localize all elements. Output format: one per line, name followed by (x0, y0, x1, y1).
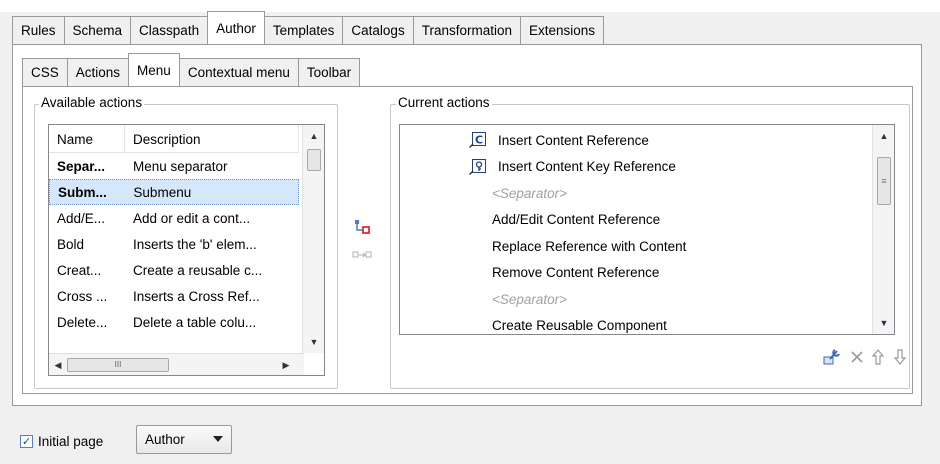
list-item[interactable]: C Insert Content Reference (400, 127, 870, 154)
list-vertical-scrollbar[interactable]: ▲ ≡ ▼ (872, 125, 894, 334)
remove-from-menu-icon (351, 249, 373, 264)
list-item-separator[interactable]: <Separator> (400, 180, 870, 207)
row-name: Separ... (57, 158, 106, 174)
vertical-scroll-thumb[interactable] (307, 149, 321, 171)
edit-button[interactable] (820, 347, 844, 369)
list-item[interactable]: Replace Reference with Content (400, 233, 870, 260)
row-description: Add or edit a cont... (133, 210, 251, 226)
vertical-scroll-thumb[interactable]: ≡ (877, 157, 891, 205)
list-item-text: Create Reusable Component (492, 318, 667, 334)
row-description: Inserts a Cross Ref... (133, 288, 260, 304)
row-name: Subm... (58, 184, 107, 200)
scroll-up-arrow-icon[interactable]: ▲ (873, 127, 894, 145)
current-actions-items: C Insert Content Reference Insert Conten… (400, 127, 870, 335)
table-row[interactable]: Separ... Menu separator (49, 153, 299, 179)
row-description: Menu separator (133, 158, 228, 174)
initial-page-select[interactable]: Author (136, 425, 232, 454)
outer-tab-bar: Rules Schema Classpath Author Templates … (12, 11, 605, 44)
list-item-text: Remove Content Reference (492, 265, 660, 281)
separator-text: <Separator> (492, 291, 568, 307)
table-row[interactable]: Cross ... Inserts a Cross Ref... (49, 283, 299, 309)
move-down-icon (893, 348, 907, 368)
row-name: Bold (57, 236, 85, 252)
list-item-text: Replace Reference with Content (492, 238, 687, 254)
tab-extensions[interactable]: Extensions (519, 16, 605, 44)
initial-page-label: Initial page (38, 433, 104, 449)
list-item[interactable]: Insert Content Key Reference (400, 154, 870, 181)
table-row-selected[interactable]: Subm... Submenu (49, 179, 299, 205)
inner-tab-bar: CSS Actions Menu Contextual menu Toolbar (22, 53, 361, 86)
table-row[interactable]: Creat... Create a reusable c... (49, 257, 299, 283)
tab-classpath[interactable]: Classpath (130, 16, 209, 44)
list-item-text: Insert Content Reference (498, 132, 649, 148)
scroll-down-arrow-icon[interactable]: ▼ (303, 333, 324, 351)
tab-contextual-menu[interactable]: Contextual menu (178, 58, 299, 86)
tab-author[interactable]: Author (207, 11, 265, 44)
list-item[interactable]: Create Reusable Component (400, 313, 870, 335)
list-item-text: Add/Edit Content Reference (492, 212, 661, 228)
edit-wrench-icon (822, 348, 842, 369)
row-description: Submenu (133, 184, 192, 200)
tab-catalogs[interactable]: Catalogs (342, 16, 414, 44)
top-strip (0, 0, 940, 12)
tab-transformation[interactable]: Transformation (412, 16, 521, 44)
row-name: Cross ... (57, 288, 108, 304)
move-up-icon (871, 348, 885, 368)
column-header-description[interactable]: Description (125, 125, 299, 153)
tab-schema[interactable]: Schema (63, 16, 132, 44)
column-header-name[interactable]: Name (49, 125, 125, 153)
move-up-button[interactable] (868, 347, 888, 369)
initial-page-checkbox-row[interactable]: ✓ Initial page (20, 426, 103, 456)
available-actions-label: Available actions (39, 95, 145, 111)
add-to-menu-button[interactable] (347, 218, 377, 238)
row-name: Add/E... (57, 210, 106, 226)
table-row[interactable]: Add/E... Add or edit a cont... (49, 205, 299, 231)
row-description: Inserts the 'b' elem... (133, 236, 257, 252)
list-item-separator[interactable]: <Separator> (400, 286, 870, 313)
add-to-menu-icon (351, 219, 373, 238)
list-item[interactable]: Add/Edit Content Reference (400, 207, 870, 234)
available-actions-table[interactable]: Name Description Separ... Menu separator… (48, 124, 325, 376)
tab-toolbar[interactable]: Toolbar (297, 58, 361, 86)
table-row[interactable]: Delete... Delete a table colu... (49, 309, 299, 335)
row-description: Delete a table colu... (133, 314, 257, 330)
content-key-reference-icon (468, 158, 488, 176)
table-header: Name Description (49, 125, 299, 153)
table-row[interactable]: Bold Inserts the 'b' elem... (49, 231, 299, 257)
scroll-left-arrow-icon[interactable]: ◀ (49, 354, 67, 375)
scroll-down-arrow-icon[interactable]: ▼ (873, 314, 894, 332)
list-item[interactable]: Remove Content Reference (400, 260, 870, 287)
row-description: Create a reusable c... (133, 262, 263, 278)
table-rows: Separ... Menu separator Subm... Submenu … (49, 153, 299, 335)
move-down-button[interactable] (890, 347, 910, 369)
scroll-right-arrow-icon[interactable]: ▶ (277, 354, 295, 375)
row-name: Delete... (57, 314, 108, 330)
horizontal-scroll-thumb[interactable]: III (67, 358, 169, 372)
chevron-down-icon (213, 436, 223, 442)
tab-actions[interactable]: Actions (66, 58, 130, 86)
tab-css[interactable]: CSS (22, 58, 68, 86)
table-horizontal-scrollbar[interactable]: ◀ III ▶ (49, 353, 304, 375)
select-value: Author (145, 432, 185, 447)
current-actions-label: Current actions (396, 95, 492, 111)
separator-text: <Separator> (492, 185, 568, 201)
table-vertical-scrollbar[interactable]: ▲ ▼ (302, 125, 324, 353)
scroll-up-arrow-icon[interactable]: ▲ (303, 127, 324, 145)
svg-text:C: C (475, 134, 483, 147)
tab-rules[interactable]: Rules (12, 16, 65, 44)
content-reference-icon: C (468, 131, 488, 149)
checkbox-checked-icon[interactable]: ✓ (20, 434, 33, 448)
current-actions-list[interactable]: C Insert Content Reference Insert Conten… (399, 124, 895, 335)
tab-menu[interactable]: Menu (128, 53, 180, 86)
tab-templates[interactable]: Templates (263, 16, 344, 44)
delete-button[interactable] (846, 347, 868, 369)
remove-from-menu-button[interactable] (347, 246, 377, 266)
list-item-text: Insert Content Key Reference (498, 159, 676, 175)
row-name: Creat... (57, 262, 102, 278)
delete-x-icon (850, 350, 864, 367)
